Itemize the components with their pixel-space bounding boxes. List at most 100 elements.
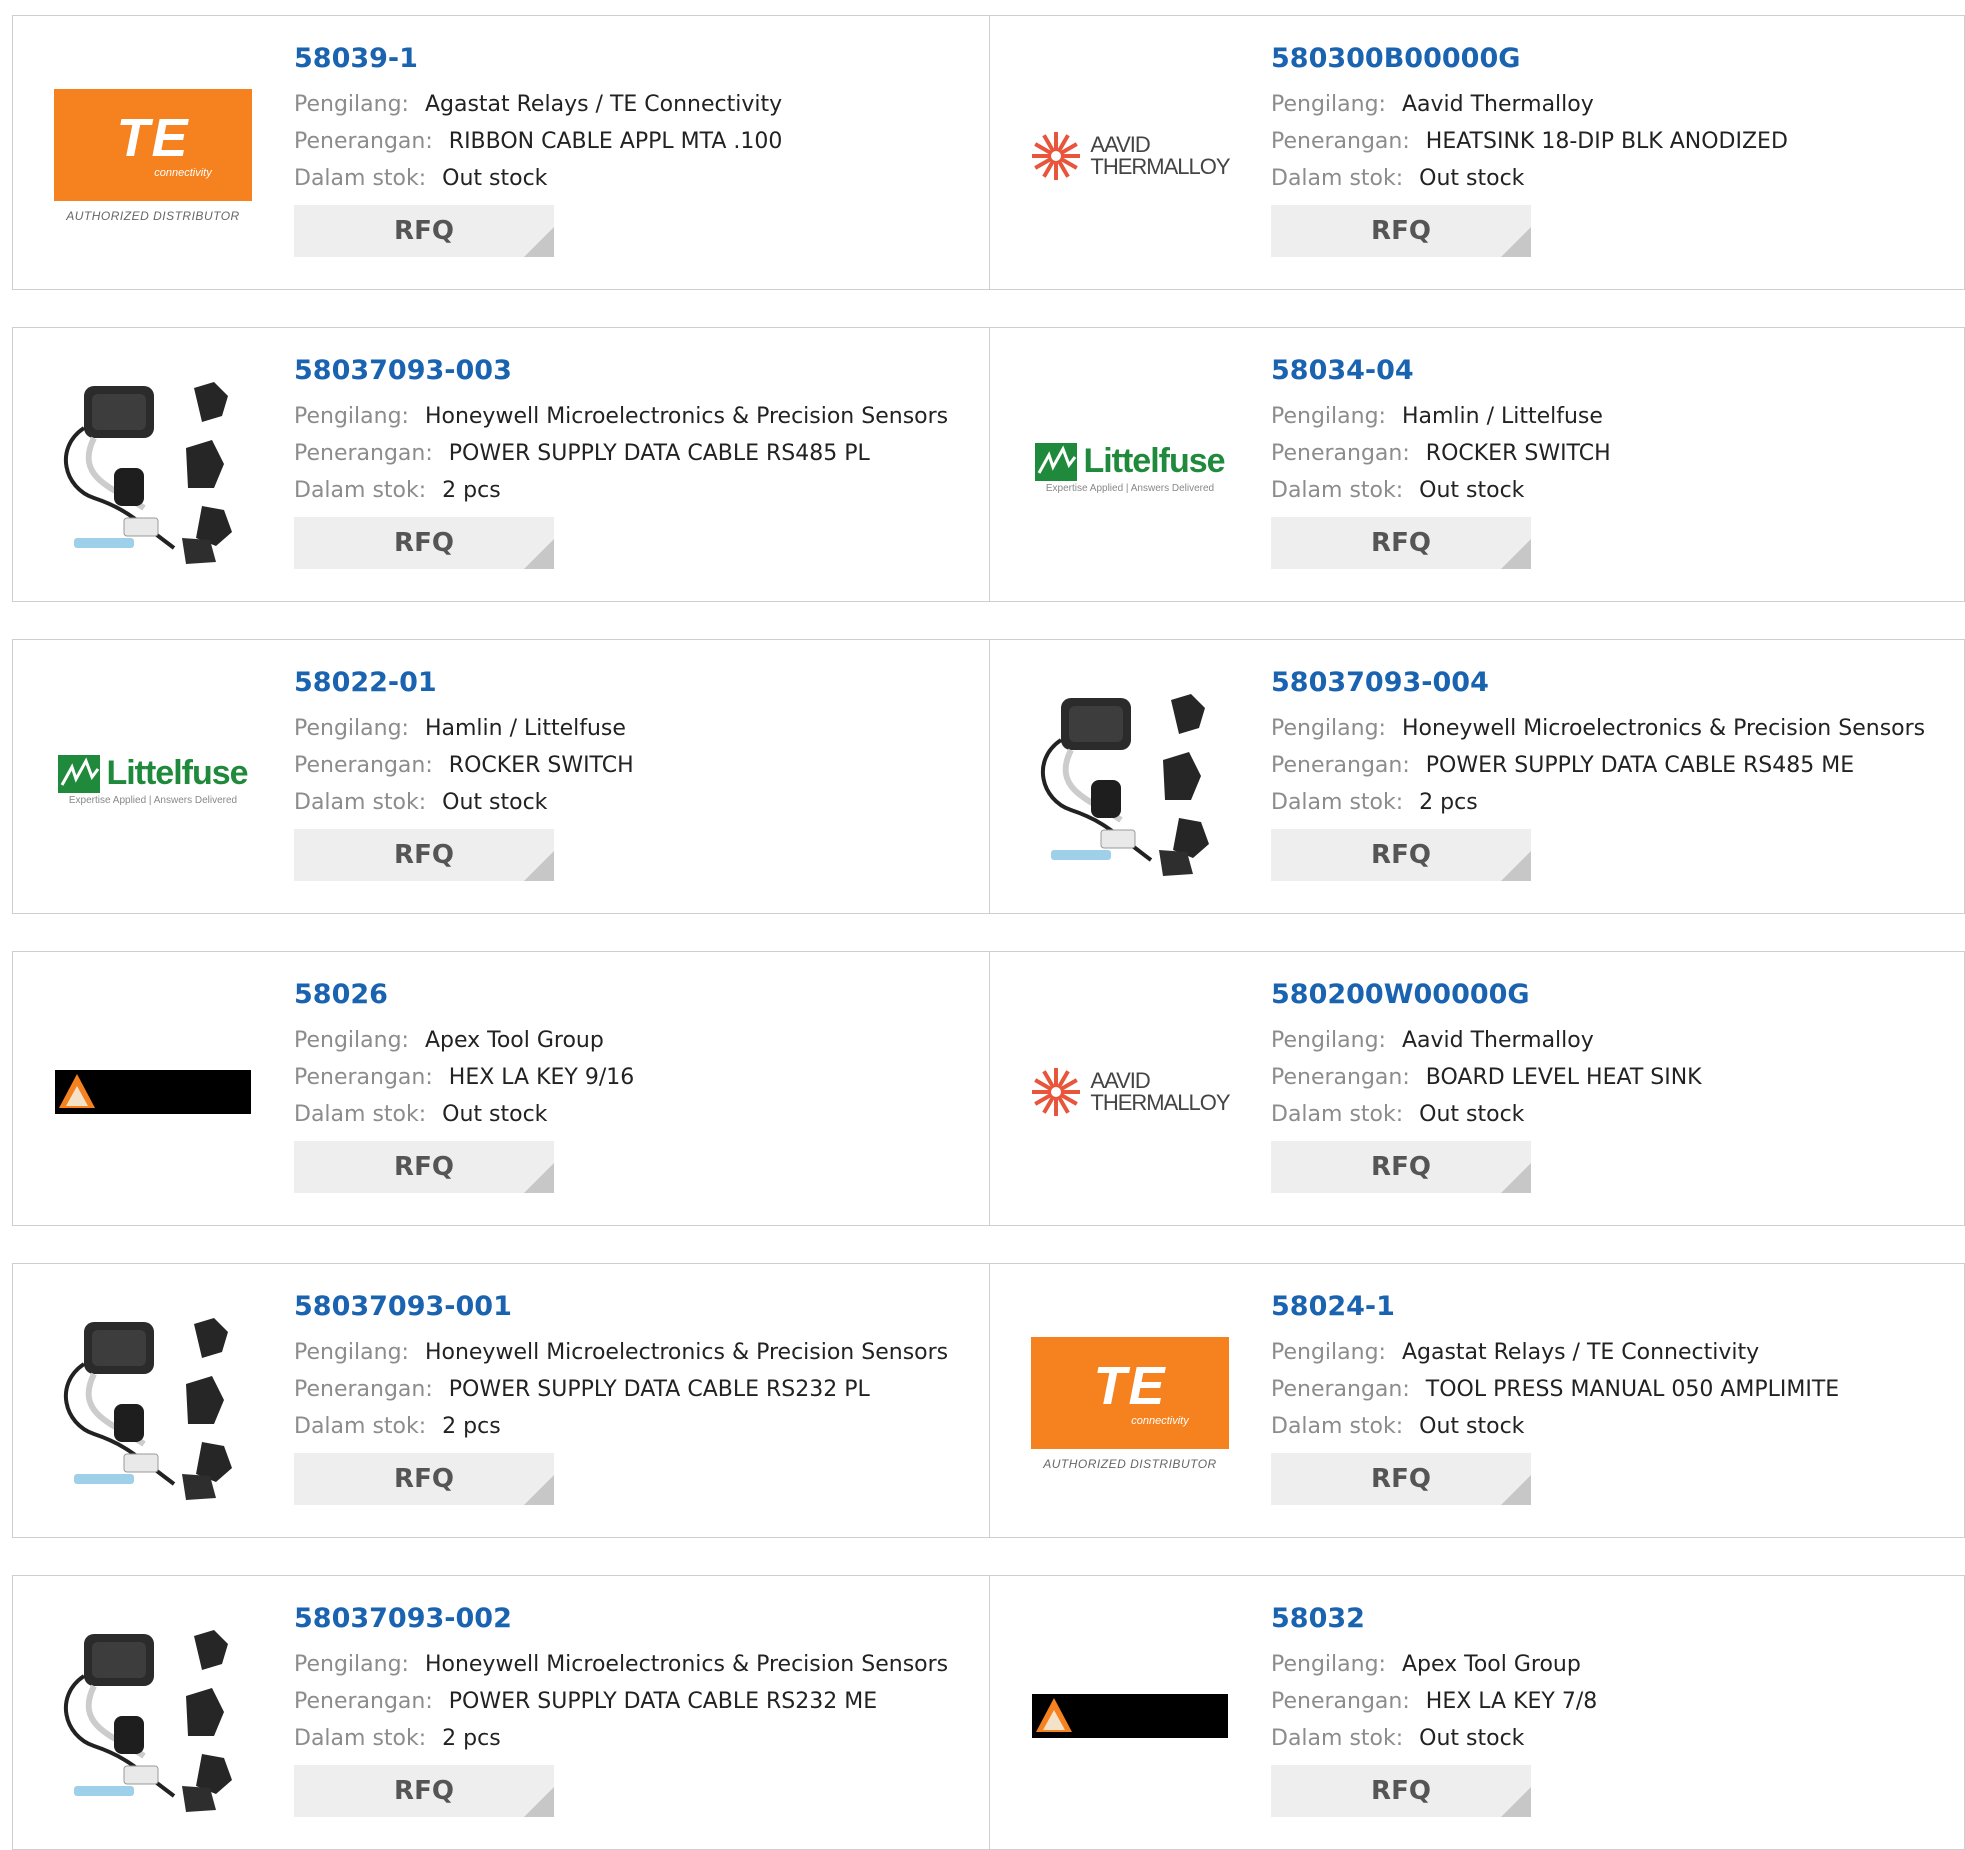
manufacturer-value: Hamlin / Littelfuse: [424, 716, 626, 741]
description-row: Penerangan: POWER SUPPLY DATA CABLE RS485…: [1271, 747, 1954, 784]
manufacturer-label: Pengilang:: [1271, 716, 1386, 741]
te-connectivity-logo: TE connectivity AUTHORIZED DISTRIBUTOR: [54, 89, 252, 223]
part-number-link[interactable]: 58037093-002: [294, 1602, 979, 1636]
product-info: 58024-1 Pengilang: Agastat Relays / TE Co…: [1271, 1290, 1954, 1505]
manufacturer-label: Pengilang:: [294, 404, 409, 429]
rfq-button[interactable]: RFQ: [294, 517, 554, 569]
description-value: BOARD LEVEL HEAT SINK: [1425, 1065, 1702, 1090]
manufacturer-row: Pengilang: Aavid Thermalloy: [1271, 1022, 1954, 1059]
rfq-button[interactable]: RFQ: [1271, 1765, 1531, 1817]
rfq-corner-decoration: [524, 1787, 554, 1817]
aavid-sunburst-icon: [1032, 132, 1081, 180]
product-image[interactable]: [1030, 680, 1230, 880]
manufacturer-label: Pengilang:: [294, 716, 409, 741]
product-image[interactable]: [53, 1304, 253, 1504]
stock-row: Dalam stok: 2 pcs: [294, 1408, 979, 1445]
rfq-button[interactable]: RFQ: [294, 1765, 554, 1817]
littelfuse-logo: Littelfuse Expertise Applied | Answers D…: [1035, 442, 1226, 494]
part-number-link[interactable]: 58022-01: [294, 666, 979, 700]
product-image[interactable]: TE connectivity AUTHORIZED DISTRIBUTOR: [53, 56, 253, 256]
part-number-link[interactable]: 58037093-004: [1271, 666, 1954, 700]
part-number-link[interactable]: 58037093-001: [294, 1290, 979, 1324]
description-row: Penerangan: TOOL PRESS MANUAL 050 AMPLIMI…: [1271, 1371, 1954, 1408]
rfq-button[interactable]: RFQ: [1271, 205, 1531, 257]
part-number-link[interactable]: 58037093-003: [294, 354, 979, 388]
product-image[interactable]: Littelfuse Expertise Applied | Answers D…: [53, 680, 253, 880]
manufacturer-row: Pengilang: Agastat Relays / TE Connectivi…: [294, 86, 979, 123]
description-row: Penerangan: POWER SUPPLY DATA CABLE RS485…: [294, 435, 979, 472]
te-logo-box: TE connectivity: [1031, 1337, 1229, 1449]
product-image[interactable]: Littelfuse Expertise Applied | Answers D…: [1030, 368, 1230, 568]
aavid-thermalloy-logo: AAVID THERMALLOY: [1030, 130, 1231, 182]
part-number-link[interactable]: 58024-1: [1271, 1290, 1954, 1324]
te-logo-sub: connectivity: [1131, 1415, 1189, 1427]
part-number-link[interactable]: 580200W00000G: [1271, 978, 1954, 1012]
littelfuse-tagline: Expertise Applied | Answers Delivered: [1045, 483, 1215, 494]
description-label: Penerangan:: [1271, 1689, 1410, 1714]
product-info: 58026 Pengilang: Apex Tool Group Penerang…: [294, 978, 979, 1193]
rfq-button[interactable]: RFQ: [294, 829, 554, 881]
product-image[interactable]: [53, 992, 253, 1192]
stock-row: Dalam stok: Out stock: [294, 160, 979, 197]
product-card-58032: 58032 Pengilang: Apex Tool Group Penerang…: [990, 1575, 1965, 1850]
aavid-sunburst-icon: [1032, 1068, 1081, 1116]
rfq-corner-decoration: [1501, 1787, 1531, 1817]
product-info: 580300B00000G Pengilang: Aavid Thermalloy…: [1271, 42, 1954, 257]
stock-label: Dalam stok:: [294, 166, 427, 191]
stock-row: Dalam stok: Out stock: [1271, 1720, 1954, 1757]
stock-row: Dalam stok: 2 pcs: [294, 472, 979, 509]
rfq-label: RFQ: [1371, 1776, 1431, 1806]
rfq-button[interactable]: RFQ: [1271, 517, 1531, 569]
product-card-58034-04: Littelfuse Expertise Applied | Answers D…: [990, 327, 1965, 602]
part-number-link[interactable]: 58032: [1271, 1602, 1954, 1636]
stock-label: Dalam stok:: [1271, 1414, 1404, 1439]
part-number-link[interactable]: 58026: [294, 978, 979, 1012]
manufacturer-label: Pengilang:: [1271, 1028, 1386, 1053]
stock-value: Out stock: [1419, 1102, 1525, 1127]
manufacturer-row: Pengilang: Apex Tool Group: [1271, 1646, 1954, 1683]
rfq-corner-decoration: [524, 539, 554, 569]
rfq-button[interactable]: RFQ: [294, 205, 554, 257]
description-row: Penerangan: HEX LA KEY 7/8: [1271, 1683, 1954, 1720]
product-image[interactable]: [1030, 1616, 1230, 1816]
manufacturer-label: Pengilang:: [294, 1652, 409, 1677]
product-card-580300B00000G: AAVID THERMALLOY 580300B00000G Pengilang:…: [990, 15, 1965, 290]
rfq-corner-decoration: [1501, 227, 1531, 257]
stock-label: Dalam stok:: [1271, 1102, 1404, 1127]
description-row: Penerangan: RIBBON CABLE APPL MTA .100: [294, 123, 979, 160]
manufacturer-value: Agastat Relays / TE Connectivity: [1401, 1340, 1760, 1365]
description-row: Penerangan: POWER SUPPLY DATA CABLE RS232…: [294, 1371, 979, 1408]
rfq-button[interactable]: RFQ: [1271, 1141, 1531, 1193]
product-image[interactable]: [53, 368, 253, 568]
description-value: POWER SUPPLY DATA CABLE RS485 ME: [1425, 753, 1855, 778]
product-image[interactable]: AAVID THERMALLOY: [1030, 56, 1231, 256]
product-image[interactable]: [53, 1616, 253, 1816]
littelfuse-mark-icon: [1035, 442, 1078, 481]
description-row: Penerangan: HEX LA KEY 9/16: [294, 1059, 979, 1096]
stock-row: Dalam stok: 2 pcs: [294, 1720, 979, 1757]
product-image[interactable]: AAVID THERMALLOY: [1030, 992, 1231, 1192]
manufacturer-value: Apex Tool Group: [1401, 1652, 1581, 1677]
rfq-button[interactable]: RFQ: [294, 1453, 554, 1505]
manufacturer-row: Pengilang: Apex Tool Group: [294, 1022, 979, 1059]
rfq-corner-decoration: [524, 851, 554, 881]
rfq-button[interactable]: RFQ: [294, 1141, 554, 1193]
rfq-button[interactable]: RFQ: [1271, 829, 1531, 881]
manufacturer-value: Honeywell Microelectronics & Precision S…: [424, 1340, 949, 1365]
part-number-link[interactable]: 58039-1: [294, 42, 979, 76]
rfq-label: RFQ: [394, 1464, 454, 1494]
description-label: Penerangan:: [1271, 753, 1410, 778]
product-image[interactable]: TE connectivity AUTHORIZED DISTRIBUTOR: [1030, 1304, 1230, 1504]
part-number-link[interactable]: 58034-04: [1271, 354, 1954, 388]
product-info: 58037093-001 Pengilang: Honeywell Microel…: [294, 1290, 979, 1505]
stock-label: Dalam stok:: [1271, 1726, 1404, 1751]
stock-value: 2 pcs: [442, 1414, 501, 1439]
manufacturer-label: Pengilang:: [1271, 404, 1386, 429]
description-row: Penerangan: BOARD LEVEL HEAT SINK: [1271, 1059, 1954, 1096]
part-number-link[interactable]: 580300B00000G: [1271, 42, 1954, 76]
description-label: Penerangan:: [294, 129, 433, 154]
description-label: Penerangan:: [294, 441, 433, 466]
rfq-button[interactable]: RFQ: [1271, 1453, 1531, 1505]
apex-tool-group-logo: [55, 1070, 251, 1114]
manufacturer-row: Pengilang: Honeywell Microelectronics & P…: [1271, 710, 1954, 747]
